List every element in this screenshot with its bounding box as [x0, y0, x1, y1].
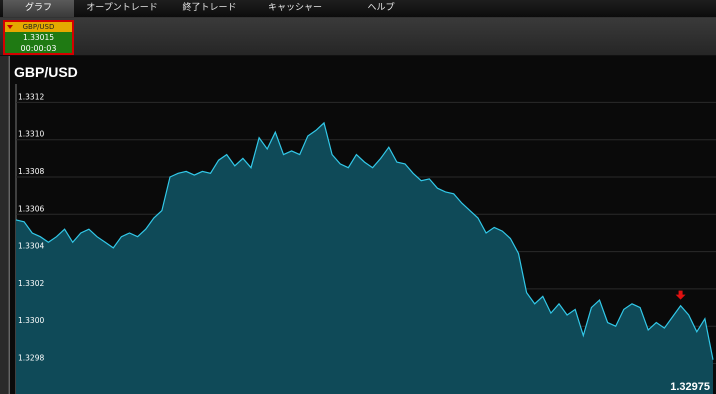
y-tick-label: 1.3306 — [18, 204, 44, 213]
down-arrow-icon — [675, 290, 686, 300]
y-tick-label: 1.3300 — [18, 316, 44, 325]
y-tick-label: 1.3308 — [18, 167, 44, 176]
y-tick-label: 1.3302 — [18, 279, 44, 288]
y-tick-label: 1.3298 — [18, 354, 44, 363]
price-chart: 1.3312 1.3310 1.3308 1.3306 1.3304 1.3302 1.33… — [15, 84, 716, 394]
price-area-fill — [16, 122, 713, 394]
y-tick-label: 1.3312 — [18, 92, 44, 101]
y-tick-label: 1.3310 — [18, 130, 44, 139]
chart-title: GBP/USD — [14, 64, 78, 80]
last-price-label: 1.32975 — [670, 381, 710, 393]
y-tick-label: 1.3304 — [18, 242, 44, 251]
